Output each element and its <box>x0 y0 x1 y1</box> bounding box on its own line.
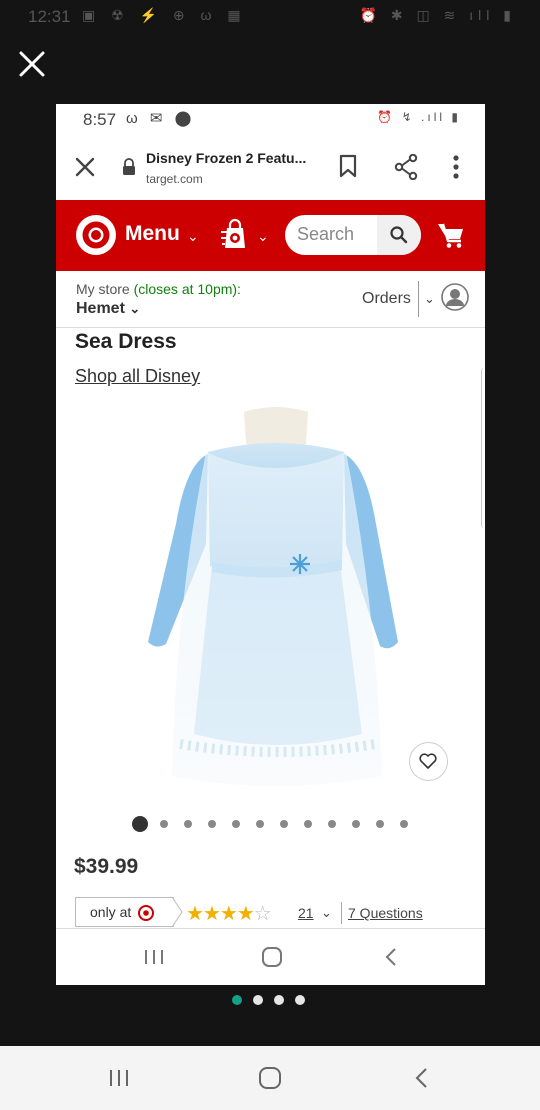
cart-icon[interactable] <box>437 221 465 249</box>
carousel-dot[interactable] <box>184 820 192 828</box>
carousel-dot[interactable] <box>132 816 148 832</box>
viewer-page-dot[interactable] <box>295 995 305 1005</box>
store-name-button[interactable]: Hemet ⌄ <box>76 300 140 318</box>
inner-status-bar: 8:57 ω ✉ ⬤ ⏰ ↯ .ıll ▮ <box>56 104 485 134</box>
outer-clock: 12:31 <box>28 7 71 26</box>
only-at-label: only at <box>90 904 132 920</box>
browser-toolbar: Disney Frozen 2 Featu... target.com <box>56 134 485 200</box>
carousel-dot[interactable] <box>160 820 168 828</box>
chevron-down-icon: ⌄ <box>257 228 269 244</box>
bookmark-icon[interactable] <box>339 154 357 178</box>
browser-page-title[interactable]: Disney Frozen 2 Featu... <box>146 150 306 166</box>
store-bar: My store (closes at 10pm): Hemet ⌄ Order… <box>56 271 485 328</box>
carousel-dot[interactable] <box>400 820 408 828</box>
home-icon[interactable] <box>260 945 284 969</box>
screenshot-image: 8:57 ω ✉ ⬤ ⏰ ↯ .ıll ▮ Disney Frozen 2 Fe… <box>56 104 485 985</box>
star-icon: ★ <box>219 903 238 925</box>
system-navigation-bar <box>0 1046 540 1110</box>
heart-icon <box>419 753 437 769</box>
account-icon[interactable] <box>441 283 469 311</box>
search-box[interactable]: Search <box>285 215 421 255</box>
product-price: $39.99 <box>74 855 139 878</box>
star-icon: ★ <box>236 903 255 925</box>
carousel-dot[interactable] <box>376 820 384 828</box>
outer-system-icons: ⏰ ✱ ◫ ≋ ıll ▮ <box>359 7 516 23</box>
search-icon <box>390 226 408 244</box>
search-input[interactable]: Search <box>297 224 354 245</box>
orders-link[interactable]: Orders <box>362 290 411 308</box>
close-viewer-button[interactable] <box>14 46 50 82</box>
store-bag-icon[interactable] <box>221 218 249 250</box>
lock-icon <box>123 158 135 175</box>
back-icon[interactable] <box>380 945 404 969</box>
chevron-down-icon[interactable]: ⌄ <box>321 905 332 921</box>
close-icon <box>19 51 45 77</box>
star-icon: ★ <box>186 903 204 925</box>
chevron-down-icon: ⌄ <box>187 228 199 244</box>
store-hours: (closes at 10pm): <box>133 281 241 297</box>
carousel-dot[interactable] <box>304 820 312 828</box>
inner-system-icons: ⏰ ↯ .ıll ▮ <box>377 110 461 124</box>
star-icon: ☆ <box>253 903 272 925</box>
outer-status-bar: 12:31 ▣ ☢ ⚡ ⊕ ω ▦ ⏰ ✱ ◫ ≋ ıll ▮ <box>0 0 540 34</box>
outer-notification-icons: ▣ ☢ ⚡ ⊕ ω ▦ <box>82 7 247 23</box>
carousel-dot[interactable] <box>352 820 360 828</box>
divider <box>341 902 342 924</box>
carousel-dot[interactable] <box>232 820 240 828</box>
scrollbar[interactable] <box>481 368 485 528</box>
my-store-label: My store (closes at 10pm): <box>76 281 241 297</box>
star-icon: ★ <box>202 903 221 925</box>
inner-navigation-bar <box>56 928 485 985</box>
review-count-link[interactable]: 21 <box>298 905 314 921</box>
only-at-target-badge: only at <box>75 897 183 927</box>
carousel-dot[interactable] <box>256 820 264 828</box>
shop-all-disney-link[interactable]: Shop all Disney <box>75 366 200 387</box>
badge-tip <box>172 897 183 927</box>
viewer-page-dot[interactable] <box>274 995 284 1005</box>
home-icon[interactable] <box>258 1066 282 1090</box>
carousel-dot[interactable] <box>280 820 288 828</box>
close-tab-icon[interactable] <box>74 156 96 178</box>
more-vertical-icon[interactable] <box>452 154 460 180</box>
product-title: Sea Dress <box>75 330 177 353</box>
share-icon[interactable] <box>394 154 418 180</box>
viewer-page-dot[interactable] <box>253 995 263 1005</box>
carousel-dot[interactable] <box>328 820 336 828</box>
carousel-dot[interactable] <box>208 820 216 828</box>
target-logo-icon[interactable] <box>75 214 117 256</box>
inner-clock: 8:57 <box>83 110 117 129</box>
divider <box>418 281 419 317</box>
back-icon[interactable] <box>410 1066 434 1090</box>
rating-stars[interactable]: ★★★★☆ <box>186 901 272 926</box>
browser-domain[interactable]: target.com <box>146 172 203 186</box>
recent-apps-icon[interactable] <box>107 1066 131 1090</box>
inner-notification-icons: ω ✉ ⬤ <box>126 110 196 127</box>
questions-link[interactable]: 7 Questions <box>348 905 423 921</box>
favorite-button[interactable] <box>409 742 448 781</box>
viewer-page-dot[interactable] <box>232 995 242 1005</box>
target-logo-icon <box>138 905 154 921</box>
menu-button[interactable]: Menu <box>125 222 180 246</box>
chevron-down-icon: ⌄ <box>129 301 141 316</box>
site-header: Menu ⌄ ⌄ Search <box>56 200 485 271</box>
chevron-down-icon[interactable]: ⌄ <box>424 291 435 307</box>
product-image[interactable] <box>136 404 416 794</box>
recent-apps-icon[interactable] <box>142 945 166 969</box>
search-button[interactable] <box>377 215 421 255</box>
